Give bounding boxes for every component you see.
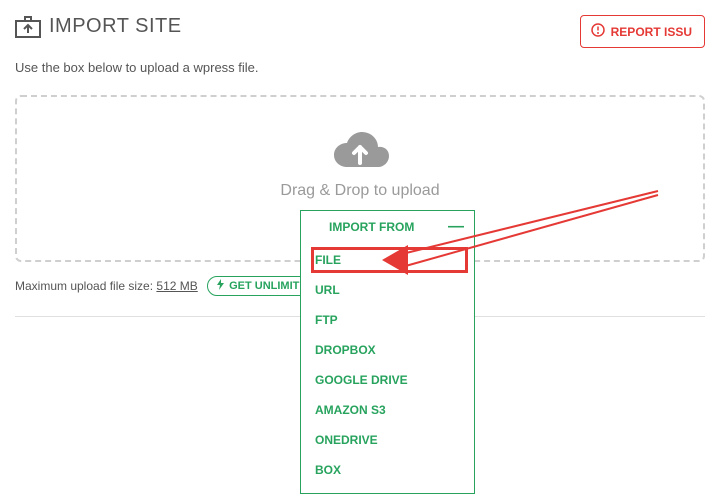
collapse-icon: —	[448, 219, 464, 235]
import-option-onedrive[interactable]: ONEDRIVE	[301, 425, 474, 455]
report-issue-button[interactable]: REPORT ISSU	[580, 15, 705, 48]
dropzone-text: Drag & Drop to upload	[17, 182, 703, 200]
import-option-file[interactable]: FILE	[311, 247, 468, 273]
page-title: IMPORT SITE	[49, 15, 182, 38]
import-option-ftp[interactable]: FTP	[301, 305, 474, 335]
title-wrap: IMPORT SITE	[15, 15, 182, 38]
import-option-box[interactable]: BOX	[301, 455, 474, 485]
import-from-dropdown: IMPORT FROM — FILE URL FTP DROPBOX GOOGL…	[300, 210, 475, 494]
import-option-url[interactable]: URL	[301, 275, 474, 305]
import-source-menu: FILE URL FTP DROPBOX GOOGLE DRIVE AMAZON…	[301, 243, 474, 493]
import-from-label: IMPORT FROM	[329, 220, 414, 234]
import-option-google-drive[interactable]: GOOGLE DRIVE	[301, 365, 474, 395]
instruction-text: Use the box below to upload a wpress fil…	[15, 60, 705, 75]
report-issue-label: REPORT ISSU	[611, 25, 692, 39]
alert-icon	[591, 23, 605, 40]
import-option-amazon-s3[interactable]: AMAZON S3	[301, 395, 474, 425]
import-from-toggle[interactable]: IMPORT FROM —	[301, 211, 474, 243]
cloud-upload-icon	[330, 127, 390, 174]
import-icon	[15, 16, 41, 38]
import-option-dropbox[interactable]: DROPBOX	[301, 335, 474, 365]
bolt-icon	[216, 279, 225, 293]
max-upload-size: 512 MB	[156, 279, 197, 293]
page-header: IMPORT SITE REPORT ISSU	[15, 15, 705, 48]
max-upload-prefix: Maximum upload file size:	[15, 279, 156, 293]
